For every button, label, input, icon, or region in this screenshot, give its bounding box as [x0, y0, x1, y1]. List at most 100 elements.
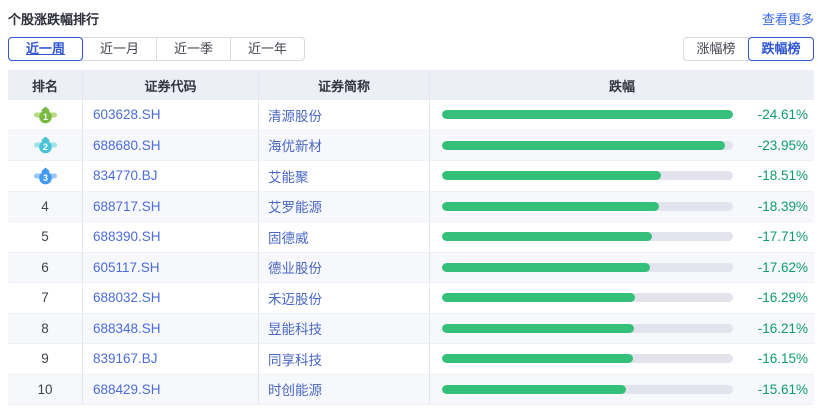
- stock-code-link[interactable]: 834770.BJ: [83, 161, 259, 191]
- change-bar-track: [442, 354, 733, 363]
- module-header: 个股涨跌幅排行 查看更多: [0, 0, 822, 28]
- change-percent: -16.21%: [733, 321, 814, 336]
- column-header-code: 证券代码: [83, 70, 259, 100]
- table-row[interactable]: 5688390.SH固德威 -17.71%: [8, 222, 814, 253]
- change-bar-fill: [442, 354, 633, 363]
- stock-code-link[interactable]: 688348.SH: [83, 314, 259, 344]
- table-row[interactable]: 4688717.SH艾罗能源 -18.39%: [8, 192, 814, 223]
- change-bar-fill: [442, 324, 634, 333]
- change-bar-fill: [442, 263, 650, 272]
- stock-name-link[interactable]: 同享科技: [259, 344, 430, 374]
- change-bar-fill: [442, 171, 661, 180]
- rank-3-medal-icon: 3: [34, 167, 57, 185]
- change-bar-fill: [442, 110, 733, 119]
- change-cell: -17.71%: [430, 222, 814, 252]
- column-header-rank: 排名: [8, 70, 83, 100]
- change-bar-fill: [442, 232, 652, 241]
- stock-name-link[interactable]: 德业股份: [259, 253, 430, 283]
- change-bar-track: [442, 110, 733, 119]
- stock-name-link[interactable]: 固德威: [259, 222, 430, 252]
- change-bar-track: [442, 171, 733, 180]
- change-cell: -16.21%: [430, 314, 814, 344]
- change-cell: -23.95%: [430, 131, 814, 161]
- tab-gainers-board[interactable]: 涨幅榜: [683, 37, 749, 61]
- change-percent: -17.71%: [733, 229, 814, 244]
- change-bar-track: [442, 293, 733, 302]
- change-percent: -23.95%: [733, 138, 814, 153]
- svg-text:2: 2: [42, 142, 47, 152]
- period-tab-group: 近一周 近一月 近一季 近一年: [8, 37, 305, 61]
- change-bar-track: [442, 141, 733, 150]
- stock-name-link[interactable]: 时创能源: [259, 375, 430, 405]
- table-row[interactable]: 7688032.SH禾迈股份 -16.29%: [8, 283, 814, 314]
- column-header-name: 证券简称: [259, 70, 430, 100]
- change-cell: -16.29%: [430, 283, 814, 313]
- tab-losers-board[interactable]: 跌幅榜: [748, 37, 814, 61]
- stock-code-link[interactable]: 688680.SH: [83, 131, 259, 161]
- stock-name-link[interactable]: 艾罗能源: [259, 192, 430, 222]
- change-bar-track: [442, 324, 733, 333]
- ranking-table: 排名 证券代码 证券简称 跌幅 1603628.SH清源股份-24.61%268…: [8, 70, 814, 405]
- stock-name-link[interactable]: 禾迈股份: [259, 283, 430, 313]
- stock-code-link[interactable]: 688032.SH: [83, 283, 259, 313]
- stock-name-link[interactable]: 海优新材: [259, 131, 430, 161]
- rank-cell: 6: [8, 253, 83, 283]
- stock-code-link[interactable]: 688429.SH: [83, 375, 259, 405]
- stock-code-link[interactable]: 688717.SH: [83, 192, 259, 222]
- rank-cell: 4: [8, 192, 83, 222]
- table-row[interactable]: 10688429.SH时创能源 -15.61%: [8, 375, 814, 406]
- column-header-change: 跌幅: [430, 70, 814, 100]
- table-row[interactable]: 8688348.SH昱能科技 -16.21%: [8, 314, 814, 345]
- change-percent: -16.29%: [733, 290, 814, 305]
- change-bar-track: [442, 202, 733, 211]
- change-percent: -17.62%: [733, 260, 814, 275]
- change-bar-fill: [442, 202, 659, 211]
- rank-cell: 8: [8, 314, 83, 344]
- tab-period-month[interactable]: 近一月: [82, 37, 157, 61]
- stock-name-link[interactable]: 清源股份: [259, 100, 430, 130]
- rank-cell: 5: [8, 222, 83, 252]
- page-title: 个股涨跌幅排行: [8, 9, 99, 28]
- filter-row: 近一周 近一月 近一季 近一年 涨幅榜 跌幅榜: [0, 37, 822, 61]
- tab-period-year[interactable]: 近一年: [230, 37, 305, 61]
- view-more-link[interactable]: 查看更多: [762, 9, 814, 28]
- change-percent: -16.15%: [733, 351, 814, 366]
- stock-code-link[interactable]: 839167.BJ: [83, 344, 259, 374]
- table-row[interactable]: 6605117.SH德业股份 -17.62%: [8, 253, 814, 284]
- table-row[interactable]: 2 688680.SH海优新材 -23.95%: [8, 131, 814, 162]
- stock-code-link[interactable]: 605117.SH: [83, 253, 259, 283]
- svg-text:1: 1: [42, 112, 47, 122]
- change-cell: -17.62%: [430, 253, 814, 283]
- change-bar-track: [442, 385, 733, 394]
- tab-period-week[interactable]: 近一周: [8, 37, 83, 61]
- rank-cell: 1: [8, 100, 83, 130]
- change-cell: -15.61%: [430, 375, 814, 405]
- change-bar-fill: [442, 141, 725, 150]
- rank-cell: 9: [8, 344, 83, 374]
- svg-text:3: 3: [42, 173, 47, 183]
- rank-cell: 7: [8, 283, 83, 313]
- change-cell: -16.15%: [430, 344, 814, 374]
- change-bar-track: [442, 263, 733, 272]
- rank-cell: 10: [8, 375, 83, 405]
- table-row[interactable]: 9839167.BJ同享科技 -16.15%: [8, 344, 814, 375]
- rank-cell: 3: [8, 161, 83, 191]
- stock-name-link[interactable]: 艾能聚: [259, 161, 430, 191]
- change-percent: -15.61%: [733, 382, 814, 397]
- stock-code-link[interactable]: 603628.SH: [83, 100, 259, 130]
- rank-cell: 2: [8, 131, 83, 161]
- table-row[interactable]: 3 834770.BJ艾能聚-18.51%: [8, 161, 814, 192]
- change-bar-fill: [442, 385, 626, 394]
- change-percent: -24.61%: [733, 107, 814, 122]
- stock-name-link[interactable]: 昱能科技: [259, 314, 430, 344]
- table-row[interactable]: 1 603628.SH清源股份 -24.61%: [8, 100, 814, 131]
- table-header-row: 排名 证券代码 证券简称 跌幅: [8, 70, 814, 100]
- stock-code-link[interactable]: 688390.SH: [83, 222, 259, 252]
- rank-1-medal-icon: 1: [34, 106, 57, 124]
- board-toggle-group: 涨幅榜 跌幅榜: [683, 37, 814, 61]
- table-body: 1 603628.SH清源股份 -24.61% 2 688680.SH海优新材 -23.9…: [8, 100, 814, 405]
- change-cell: -18.51%: [430, 161, 814, 191]
- change-bar-track: [442, 232, 733, 241]
- tab-period-quarter[interactable]: 近一季: [156, 37, 231, 61]
- change-percent: -18.39%: [733, 199, 814, 214]
